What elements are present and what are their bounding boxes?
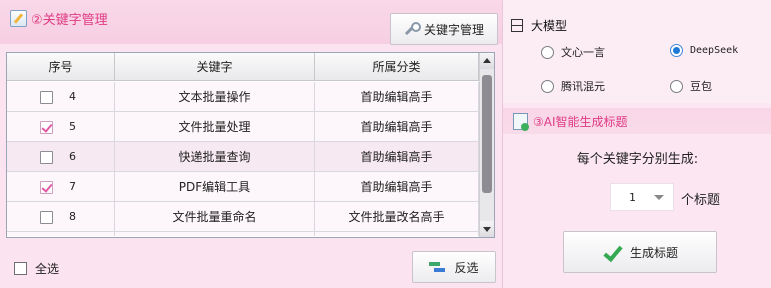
category-cell: 文件批量改名高手 xyxy=(315,202,479,232)
scroll-down-arrow-icon[interactable] xyxy=(480,221,494,237)
category-cell: 首助编辑高手 xyxy=(315,112,479,142)
row-checkbox[interactable] xyxy=(40,151,53,164)
keyword-cell xyxy=(115,232,315,236)
radio-hunyuan[interactable]: 腾讯混元 xyxy=(541,78,605,94)
keyword-manage-button[interactable]: 关键字管理 xyxy=(390,13,498,45)
column-header-category[interactable]: 所属分类 xyxy=(315,53,479,81)
row-checkbox[interactable] xyxy=(40,181,53,194)
table-body: 4 文本批量操作 首助编辑高手 5 文件批量处理 首助编辑高手 6 快递批量查询 xyxy=(7,82,479,236)
seq-cell xyxy=(7,232,115,236)
radio-wenxin[interactable]: 文心一言 xyxy=(541,44,605,60)
server-icon xyxy=(511,19,523,32)
radio-label: 文心一言 xyxy=(561,46,605,59)
table-row-partial xyxy=(7,232,479,236)
table-actions-bar: 全选 反选 xyxy=(0,242,502,288)
seq-cell: 8 xyxy=(7,202,115,232)
seq-cell: 6 xyxy=(7,142,115,172)
edit-document-icon xyxy=(10,9,27,27)
keyword-table: 序号 关键字 所属分类 4 文本批量操作 首助编辑高手 5 文件批量处理 首助编… xyxy=(6,52,495,238)
model-panel-title: 大模型 xyxy=(511,17,567,34)
column-header-keyword[interactable]: 关键字 xyxy=(115,53,315,81)
title-count-value: 1 xyxy=(629,190,636,204)
seq-number: 5 xyxy=(69,120,76,133)
invert-arrows-icon xyxy=(429,261,446,273)
seq-number: 8 xyxy=(69,210,76,223)
chevron-down-icon[interactable] xyxy=(654,195,664,200)
table-row[interactable]: 4 文本批量操作 首助编辑高手 xyxy=(7,82,479,112)
table-row[interactable]: 5 文件批量处理 首助编辑高手 xyxy=(7,112,479,142)
generate-title-button[interactable]: 生成标题 xyxy=(563,231,717,273)
radio-dot[interactable] xyxy=(541,45,554,59)
keyword-panel-title: ②关键字管理 xyxy=(10,8,108,28)
seq-cell: 4 xyxy=(7,82,115,112)
generate-title-label: 生成标题 xyxy=(629,245,678,260)
table-vertical-scrollbar[interactable] xyxy=(479,53,494,237)
keyword-cell: 文件批量处理 xyxy=(115,112,315,142)
radio-doubao[interactable]: 豆包 xyxy=(670,78,712,94)
scroll-up-arrow-icon[interactable] xyxy=(480,53,494,69)
ai-panel-title: ③AI智能生成标题 xyxy=(513,113,628,131)
wrench-icon xyxy=(404,22,421,36)
keyword-manage-button-label: 关键字管理 xyxy=(423,22,484,37)
keyword-management-panel: ②关键字管理 关键字管理 序号 关键字 所属分类 4 文本批量操作 首助编辑高手 xyxy=(0,0,502,288)
title-count-unit: 个标题 xyxy=(681,193,721,208)
seq-number: 7 xyxy=(69,180,76,193)
ai-title-panel: ③AI智能生成标题 每个关键字分别生成: 1 个标题 生成标题 xyxy=(502,103,771,288)
column-header-seq[interactable]: 序号 xyxy=(7,53,115,81)
select-all-label: 全选 xyxy=(35,262,60,276)
invert-selection-label: 反选 xyxy=(454,260,479,275)
scrollbar-thumb[interactable] xyxy=(482,75,492,193)
select-all-box[interactable] xyxy=(14,262,27,275)
title-count-select[interactable]: 1 xyxy=(610,183,674,211)
ai-panel-title-text: ③AI智能生成标题 xyxy=(533,115,628,129)
category-cell: 首助编辑高手 xyxy=(315,142,479,172)
checkmark-icon xyxy=(602,243,622,261)
invert-selection-button[interactable]: 反选 xyxy=(412,251,496,283)
keyword-cell: PDF编辑工具 xyxy=(115,172,315,202)
radio-label: 腾讯混元 xyxy=(561,80,605,93)
radio-deepseek[interactable]: DeepSeek xyxy=(670,44,738,57)
row-checkbox[interactable] xyxy=(40,91,53,104)
seq-number: 4 xyxy=(69,90,76,103)
keyword-panel-title-text: ②关键字管理 xyxy=(31,12,108,28)
document-add-icon xyxy=(513,113,529,131)
model-panel-title-text: 大模型 xyxy=(531,19,568,33)
ai-panel-header: ③AI智能生成标题 xyxy=(503,108,771,134)
radio-dot[interactable] xyxy=(670,79,683,93)
table-header: 序号 关键字 所属分类 xyxy=(7,53,479,81)
seq-cell: 7 xyxy=(7,172,115,202)
radio-label: 豆包 xyxy=(690,80,712,93)
table-row[interactable]: 8 文件批量重命名 文件批量改名高手 xyxy=(7,202,479,232)
category-cell xyxy=(315,232,479,236)
table-row[interactable]: 7 PDF编辑工具 首助编辑高手 xyxy=(7,172,479,202)
select-all-checkbox[interactable]: 全选 xyxy=(14,260,59,277)
category-cell: 首助编辑高手 xyxy=(315,82,479,112)
row-checkbox[interactable] xyxy=(40,211,53,224)
per-keyword-label: 每个关键字分别生成: xyxy=(576,152,699,167)
keyword-cell: 文本批量操作 xyxy=(115,82,315,112)
radio-dot[interactable] xyxy=(670,44,683,57)
radio-label: DeepSeek xyxy=(690,45,739,56)
seq-cell: 5 xyxy=(7,112,115,142)
table-row[interactable]: 6 快递批量查询 首助编辑高手 xyxy=(7,142,479,172)
model-panel: 大模型 文心一言 DeepSeek 腾讯混元 豆包 xyxy=(502,0,771,103)
keyword-cell: 文件批量重命名 xyxy=(115,202,315,232)
right-column: 大模型 文心一言 DeepSeek 腾讯混元 豆包 ③AI智能生成标题 每个关键… xyxy=(502,0,771,288)
category-cell: 首助编辑高手 xyxy=(315,172,479,202)
seq-number: 6 xyxy=(69,150,76,163)
radio-dot[interactable] xyxy=(541,79,554,93)
row-checkbox[interactable] xyxy=(40,121,53,134)
keyword-cell: 快递批量查询 xyxy=(115,142,315,172)
